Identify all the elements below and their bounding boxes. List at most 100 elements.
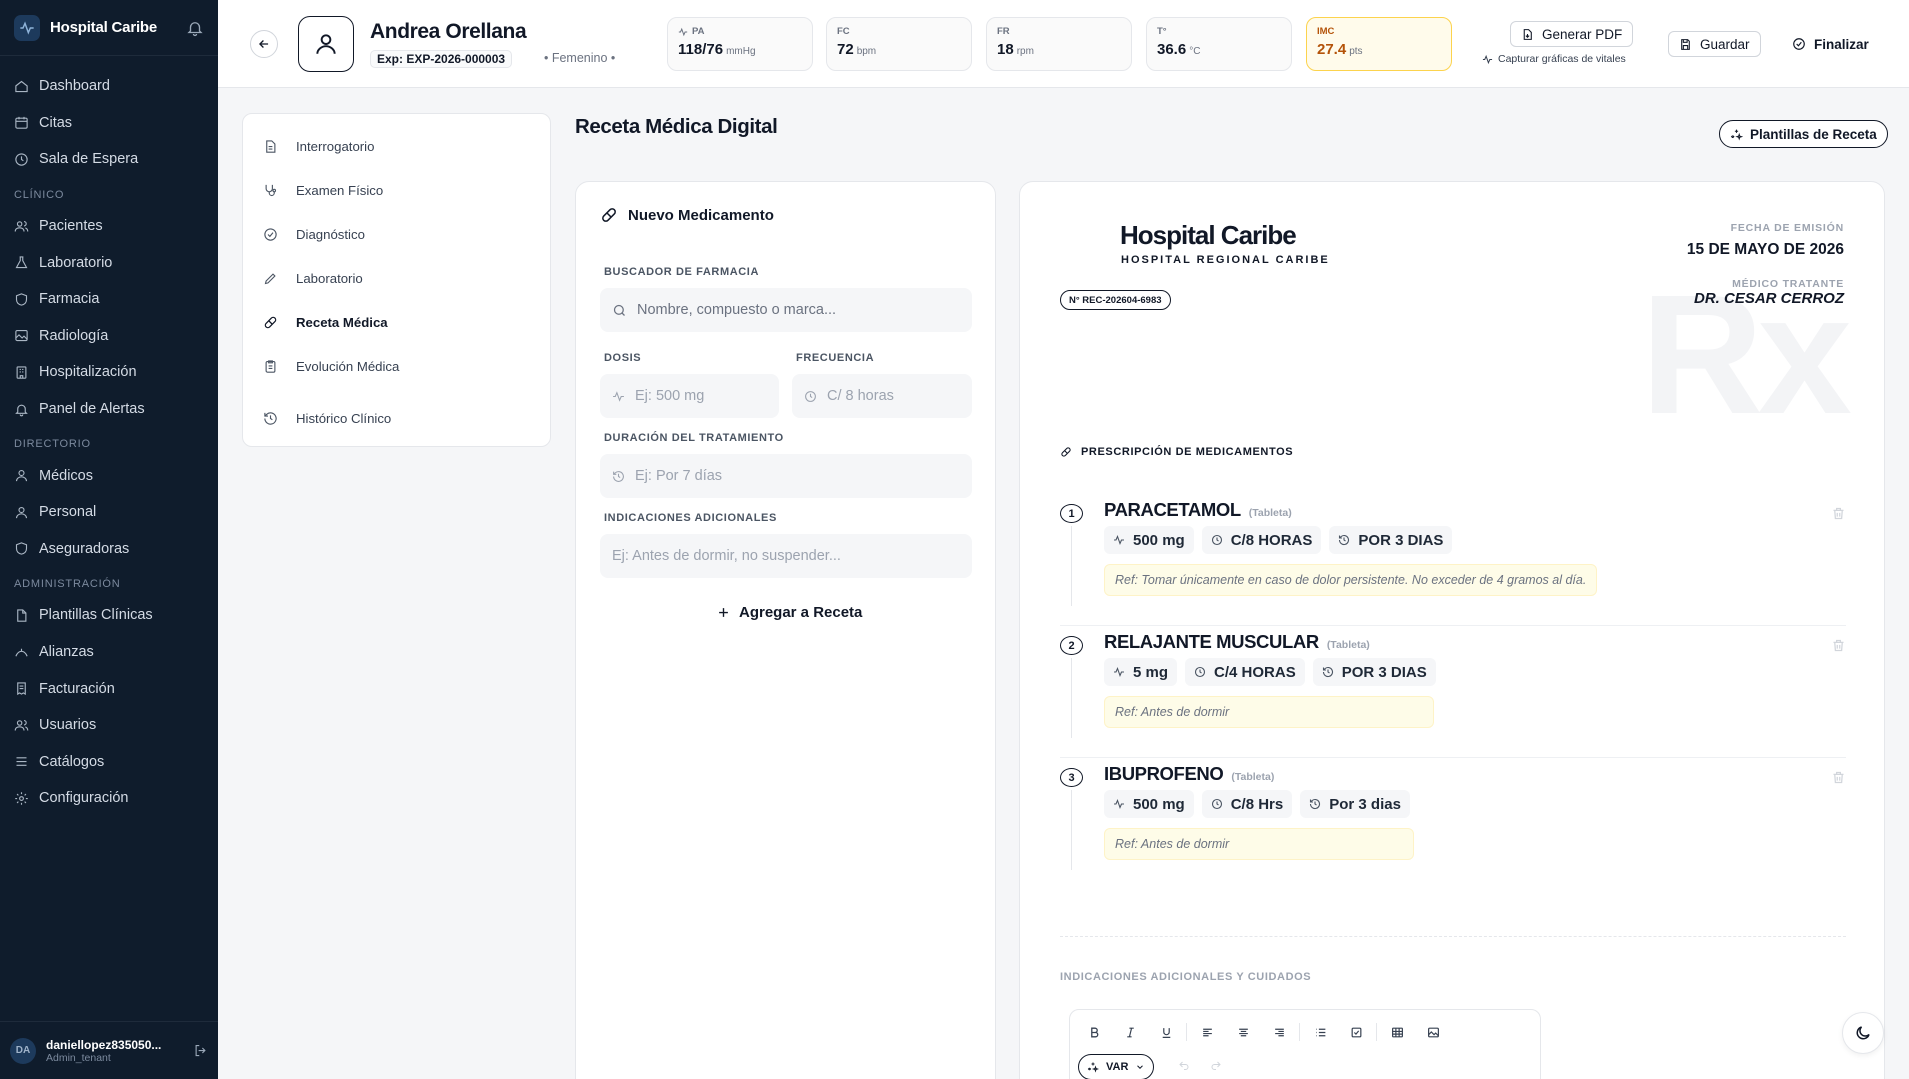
sidebar-item-farmacia[interactable]: Farmacia xyxy=(0,281,218,318)
sidebar-item-usuarios[interactable]: Usuarios xyxy=(0,707,218,744)
vital-value: 118/76 xyxy=(678,41,724,58)
sidebar-item-citas[interactable]: Citas xyxy=(0,105,218,142)
frequency-input[interactable]: C/ 8 horas xyxy=(792,374,972,418)
step-receta-medica[interactable]: Receta Médica xyxy=(243,300,550,344)
step-label: Receta Médica xyxy=(296,314,388,330)
sidebar-item-dashboard[interactable]: Dashboard xyxy=(0,68,218,105)
theme-toggle-button[interactable] xyxy=(1842,1012,1884,1054)
pill-icon xyxy=(264,316,277,328)
expediente-badge: Exp: EXP-2026-000003 xyxy=(370,50,513,68)
generate-pdf-button[interactable]: Generar PDF xyxy=(1510,21,1634,47)
insert-image-button[interactable] xyxy=(1415,1026,1451,1039)
vital-label: FC xyxy=(837,26,850,37)
sidebar-item-plantillas-clinicas[interactable]: Plantillas Clínicas xyxy=(0,597,218,634)
checkbox-icon xyxy=(1351,1027,1361,1037)
user-profile[interactable]: DA daniellopez835050... Admin_tenant xyxy=(0,1021,218,1079)
logout-icon[interactable] xyxy=(193,1043,208,1058)
indications-rich-text-editor[interactable]: VAR xyxy=(1069,1009,1541,1079)
sidebar-item-facturacion[interactable]: Facturación xyxy=(0,670,218,707)
medication-form: (Tableta) xyxy=(1326,639,1370,651)
save-button[interactable]: Guardar xyxy=(1668,31,1761,57)
sidebar-item-configuracion[interactable]: Configuración xyxy=(0,780,218,817)
file-icon xyxy=(17,609,27,622)
editor-toolbar xyxy=(1076,1023,1451,1041)
undo-icon[interactable] xyxy=(1178,1060,1190,1072)
user-icon xyxy=(15,506,28,518)
align-center-button[interactable] xyxy=(1225,1026,1261,1039)
medication-item: 2 RELAJANTE MUSCULAR (Tableta) 5 mg C/4 H… xyxy=(1060,626,1846,758)
check-circle-icon xyxy=(1793,38,1805,50)
sidebar-item-label: Sala de Espera xyxy=(39,151,139,168)
medication-note: Ref: Antes de dormir xyxy=(1104,828,1414,860)
sidebar-item-hospitalizacion[interactable]: Hospitalización xyxy=(0,354,218,391)
indications-input[interactable]: Ej: Antes de dormir, no suspender... xyxy=(600,534,972,578)
step-historico-clinico[interactable]: Histórico Clínico xyxy=(243,396,550,440)
align-right-button[interactable] xyxy=(1261,1026,1297,1039)
toolbar-divider xyxy=(1186,1023,1187,1041)
delete-medication-icon[interactable] xyxy=(1831,638,1846,653)
sidebar-item-radiologia[interactable]: Radiología xyxy=(0,318,218,355)
clock-icon xyxy=(805,390,816,402)
toolbar-divider xyxy=(1299,1023,1300,1041)
dose-value: 500 mg xyxy=(1133,531,1185,549)
step-diagnostico[interactable]: Diagnóstico xyxy=(243,212,550,256)
bullet-list-button[interactable] xyxy=(1302,1026,1338,1039)
sidebar-item-alianzas[interactable]: Alianzas xyxy=(0,634,218,671)
sidebar-item-aseguradoras[interactable]: Aseguradoras xyxy=(0,531,218,568)
sidebar-item-label: Citas xyxy=(39,114,73,131)
sidebar-item-laboratorio[interactable]: Laboratorio xyxy=(0,244,218,281)
sidebar-item-pacientes[interactable]: Pacientes xyxy=(0,208,218,245)
sidebar-item-medicos[interactable]: Médicos xyxy=(0,457,218,494)
toolbar-divider xyxy=(1376,1023,1377,1041)
bold-icon xyxy=(1090,1027,1098,1037)
step-evolucion-medica[interactable]: Evolución Médica xyxy=(243,344,550,388)
handshake-icon xyxy=(15,648,28,656)
medication-timeline xyxy=(1071,790,1072,870)
insert-table-button[interactable] xyxy=(1379,1026,1415,1039)
delete-medication-icon[interactable] xyxy=(1831,770,1846,785)
redo-icon[interactable] xyxy=(1210,1060,1222,1072)
bold-button[interactable] xyxy=(1076,1026,1112,1039)
delete-medication-icon[interactable] xyxy=(1831,506,1846,521)
issue-date-label: FECHA DE EMISIÓN xyxy=(1730,222,1844,234)
dose-input[interactable]: Ej: 500 mg xyxy=(600,374,779,418)
sidebar-section-administracion: ADMINISTRACIÓN xyxy=(14,578,121,591)
dose-chip: 500 mg xyxy=(1104,526,1194,554)
vital-unit: °C xyxy=(1189,46,1201,57)
duration-value: Por 3 dias xyxy=(1329,795,1401,813)
sidebar-item-label: Configuración xyxy=(39,790,129,807)
underline-button[interactable] xyxy=(1148,1026,1184,1039)
italic-button[interactable] xyxy=(1112,1026,1148,1039)
sidebar-item-personal[interactable]: Personal xyxy=(0,494,218,531)
step-laboratorio[interactable]: Laboratorio xyxy=(243,256,550,300)
medication-name: RELAJANTE MUSCULAR xyxy=(1104,631,1319,652)
back-button[interactable] xyxy=(250,30,278,58)
shield-icon xyxy=(15,293,28,306)
sidebar-item-panel-de-alertas[interactable]: Panel de Alertas xyxy=(0,391,218,428)
sidebar-item-sala-de-espera[interactable]: Sala de Espera xyxy=(0,141,218,178)
prescription-templates-button[interactable]: Plantillas de Receta xyxy=(1719,120,1888,148)
add-to-prescription-button[interactable]: Agregar a Receta xyxy=(716,604,862,621)
finish-button[interactable]: Finalizar xyxy=(1786,31,1875,57)
medication-note: Ref: Antes de dormir xyxy=(1104,696,1434,728)
pulse-icon xyxy=(1114,798,1124,810)
pharmacy-search-input[interactable]: Nombre, compuesto o marca... xyxy=(600,288,972,332)
user-icon xyxy=(316,34,336,54)
sidebar-item-label: Panel de Alertas xyxy=(39,401,145,418)
insert-variable-button[interactable]: VAR xyxy=(1078,1054,1155,1079)
page-title: Receta Médica Digital xyxy=(575,115,778,138)
step-examen-fisico[interactable]: Examen Físico xyxy=(243,168,550,212)
checklist-button[interactable] xyxy=(1338,1026,1374,1039)
capture-vitals-toggle[interactable]: Capturar gráficas de vitales xyxy=(1482,53,1626,65)
sidebar-item-catalogos[interactable]: Catálogos xyxy=(0,744,218,781)
vital-value: 72 xyxy=(837,41,854,58)
vital-unit: bpm xyxy=(856,46,877,57)
search-icon xyxy=(613,304,625,316)
brand: Hospital Caribe xyxy=(0,0,218,56)
notifications-bell-icon[interactable] xyxy=(186,19,204,37)
vital-label: IMC xyxy=(1317,26,1335,37)
receipt-icon xyxy=(17,682,26,696)
step-interrogatorio[interactable]: Interrogatorio xyxy=(243,124,550,168)
align-left-button[interactable] xyxy=(1189,1026,1225,1039)
duration-input[interactable]: Ej: Por 7 días xyxy=(600,454,972,498)
